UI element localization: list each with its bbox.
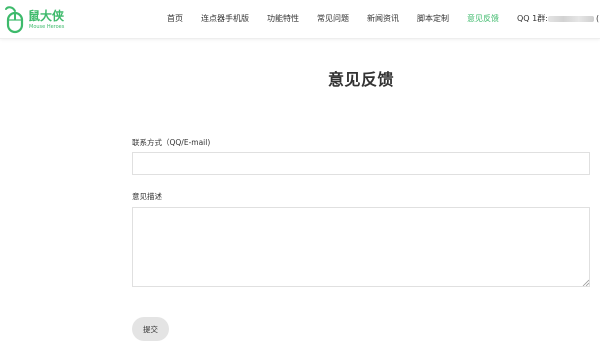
page-title: 意见反馈 [327,70,394,89]
contact-label: 联系方式（QQ/E-mail) [132,138,211,147]
nav-item-faq[interactable]: 常见问题 [317,13,349,25]
brand-name: 鼠大侠 [28,9,65,23]
mouse-icon [5,6,24,34]
qq-group-label[interactable]: QQ 1群: [517,13,548,25]
qq-number-redacted [548,16,594,22]
submit-button[interactable]: 提交 [132,317,169,341]
resize-handle-icon[interactable] [582,279,589,286]
site-logo[interactable]: 鼠大侠 Mouse Heroes [4,5,74,35]
description-textarea[interactable] [132,207,590,287]
description-label: 意见描述 [132,192,162,201]
contact-input[interactable] [132,152,590,175]
nav-item-script[interactable]: 脚本定制 [417,13,449,25]
nav-item-news[interactable]: 新闻资讯 [367,13,399,25]
top-header: 鼠大侠 Mouse Heroes 首页 连点器手机版 功能特性 常见问题 新闻资… [0,0,600,39]
qq-group-tail: ( [596,14,600,23]
nav-item-home[interactable]: 首页 [167,13,183,25]
nav-item-mobile[interactable]: 连点器手机版 [201,13,249,25]
nav-item-feedback[interactable]: 意见反馈 [467,13,499,25]
brand-subtitle: Mouse Heroes [29,24,65,30]
nav-item-features[interactable]: 功能特性 [267,13,299,25]
